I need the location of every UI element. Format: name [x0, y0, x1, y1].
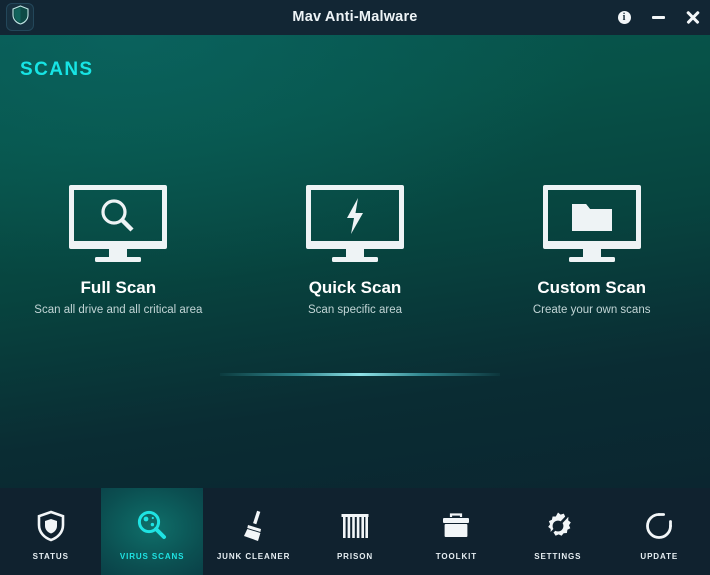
monitor-illustration [306, 185, 404, 263]
nav-label: JUNK CLEANER [216, 551, 291, 561]
nav-item-prison[interactable]: PRISON [304, 488, 405, 575]
folder-icon [548, 190, 636, 241]
magnifier-icon [74, 190, 162, 241]
scan-card-subtitle: Scan specific area [308, 304, 402, 316]
nav-label: SETTINGS [534, 551, 582, 561]
minimize-button[interactable] [648, 8, 668, 28]
app-title: Mav Anti-Malware [292, 9, 418, 25]
info-icon: i [617, 11, 631, 24]
info-button[interactable]: i [614, 8, 634, 28]
monitor-illustration [69, 185, 168, 263]
scan-options-row: Full Scan Scan all drive and all critica… [0, 185, 710, 319]
scan-card-full-scan[interactable]: Full Scan Scan all drive and all critica… [0, 185, 237, 319]
jail-bars-icon [340, 509, 370, 543]
nav-item-virus-scans[interactable]: VIRUS SCANS [101, 488, 203, 575]
app-window: Mav Anti-Malware i SCANS Full Scan Scan … [0, 0, 710, 575]
broom-icon [241, 509, 267, 543]
nav-item-junk-cleaner[interactable]: JUNK CLEANER [203, 488, 304, 575]
nav-label: VIRUS SCANS [119, 551, 185, 561]
nav-item-update[interactable]: UPDATE [609, 488, 710, 575]
bottom-navigation: STATUS VIRUS SCANS JUNK CLEANER PRISON T… [0, 488, 710, 575]
close-icon [685, 10, 700, 25]
page-title: SCANS [20, 59, 94, 80]
gear-icon [543, 509, 573, 543]
nav-label: TOOLKIT [435, 551, 478, 561]
scan-card-title: Quick Scan [308, 278, 402, 297]
scan-card-title: Full Scan [80, 278, 157, 297]
nav-item-status[interactable]: STATUS [0, 488, 101, 575]
shield-icon [37, 509, 65, 543]
minimize-icon [651, 16, 665, 19]
main-content: SCANS Full Scan Scan all drive and all c… [0, 35, 710, 488]
scan-card-subtitle: Scan all drive and all critical area [34, 304, 203, 316]
scan-card-title: Custom Scan [537, 278, 646, 297]
nav-label: UPDATE [640, 551, 679, 561]
lightning-bolt-icon [311, 190, 399, 241]
title-bar: Mav Anti-Malware i [0, 0, 710, 35]
virus-magnifier-icon [137, 509, 167, 543]
monitor-illustration [542, 185, 641, 263]
window-controls: i [614, 0, 702, 35]
refresh-icon [644, 509, 674, 543]
scan-card-custom-scan[interactable]: Custom Scan Create your own scans [473, 185, 710, 319]
nav-label: STATUS [32, 551, 69, 561]
toolbox-icon [441, 509, 471, 543]
nav-item-toolkit[interactable]: TOOLKIT [406, 488, 507, 575]
nav-label: PRISON [336, 551, 374, 561]
close-button[interactable] [682, 8, 702, 28]
nav-item-settings[interactable]: SETTINGS [507, 488, 608, 575]
scan-card-quick-scan[interactable]: Quick Scan Scan specific area [237, 185, 474, 319]
decorative-divider [220, 373, 500, 376]
scan-card-subtitle: Create your own scans [532, 304, 651, 316]
